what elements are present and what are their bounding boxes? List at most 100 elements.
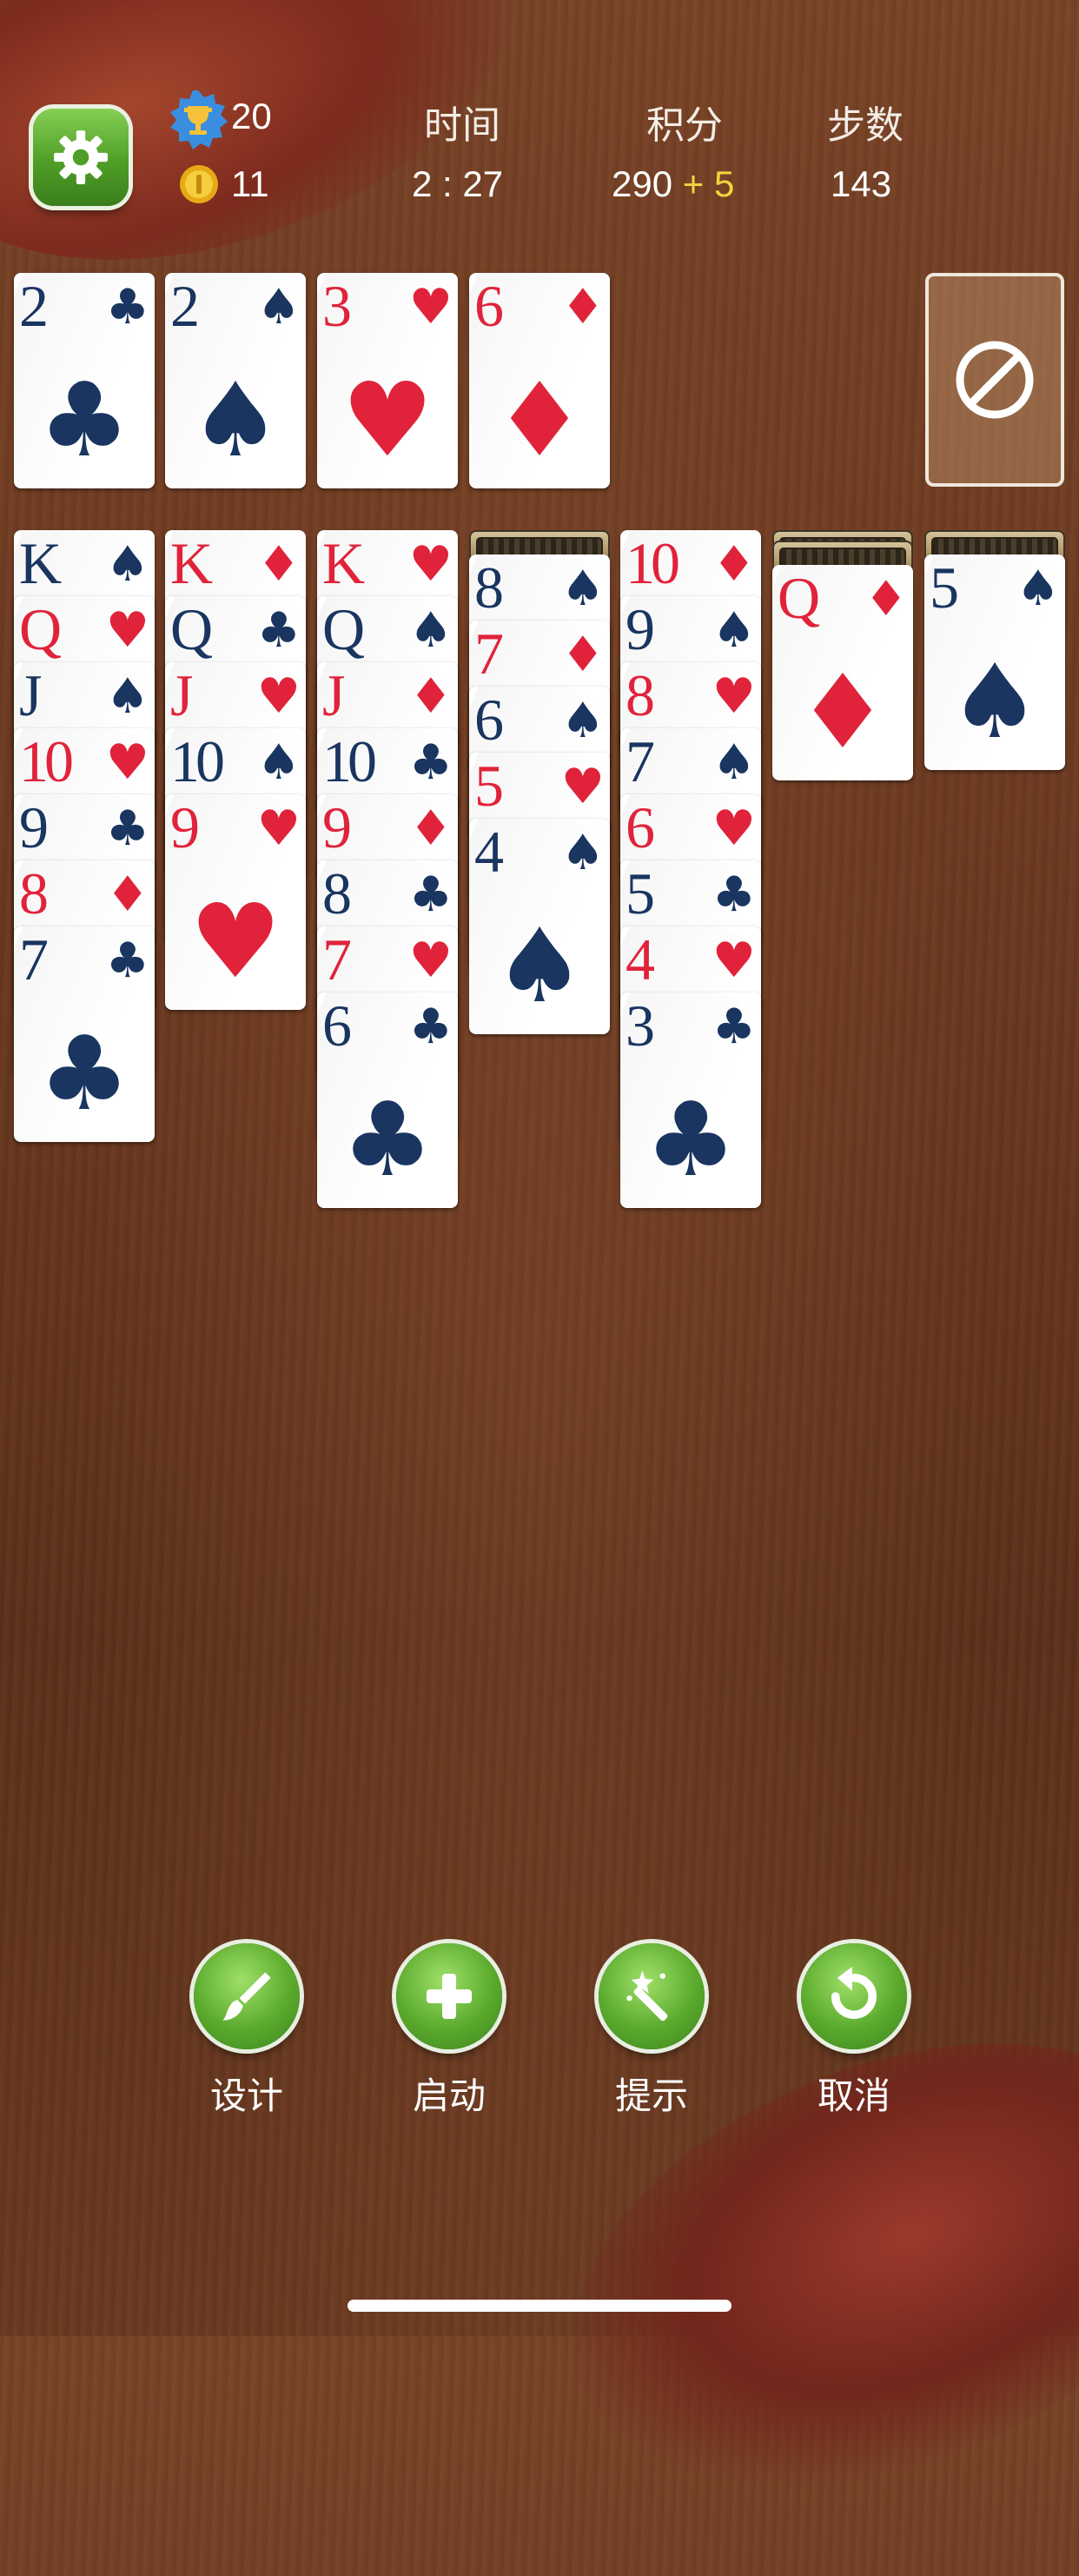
- plus-icon: [427, 1974, 472, 2019]
- card-center-suit-icon: ♣: [645, 1079, 737, 1199]
- playing-card[interactable]: 5 ♠ ♠: [924, 554, 1065, 770]
- playing-card[interactable]: 6 ♣ ♣: [317, 993, 458, 1208]
- card-suit-icon: ♠: [712, 602, 756, 659]
- playing-card[interactable]: 7 ♣ ♣: [14, 926, 155, 1142]
- card-suit-icon: ♠: [408, 602, 453, 659]
- card-rank: 8: [626, 662, 655, 728]
- card-rank: 9: [170, 794, 200, 860]
- score-label: 积分: [646, 104, 723, 147]
- trophy-icon: [170, 90, 228, 149]
- card-rank: 5: [474, 753, 504, 819]
- card-rank: 8: [322, 860, 352, 926]
- card-rank: 4: [626, 926, 655, 993]
- card-suit-icon: ♦: [560, 627, 605, 683]
- settings-button[interactable]: [33, 109, 129, 206]
- card-suit-icon: ♠: [105, 668, 149, 725]
- gear-icon: [54, 130, 108, 184]
- playing-card[interactable]: Q ♦ ♦: [772, 565, 913, 780]
- card-center-suit-icon: ♠: [493, 906, 586, 1026]
- stock-pile-empty[interactable]: [925, 273, 1064, 487]
- moves-value: 143: [831, 163, 892, 204]
- card-suit-icon: ♣: [712, 866, 756, 923]
- home-indicator: [348, 2300, 731, 2312]
- card-rank: J: [170, 662, 194, 728]
- design-tool[interactable]: 设计: [192, 1943, 301, 2120]
- playing-card[interactable]: 4 ♠ ♠: [469, 819, 610, 1034]
- card-rank: 8: [19, 860, 49, 926]
- card-rank: 10: [170, 728, 225, 794]
- card-rank: 3: [322, 273, 352, 339]
- foundation-card[interactable]: 2 ♣ ♣: [14, 273, 155, 488]
- card-rank: K: [19, 530, 62, 596]
- card-center-suit-icon: ♦: [493, 360, 586, 480]
- card-suit-icon: ♦: [408, 668, 453, 725]
- card-rank: 4: [474, 819, 504, 885]
- design-button[interactable]: [194, 1943, 300, 2049]
- new-game-button[interactable]: [396, 1943, 502, 2049]
- trophy-badge: [167, 89, 229, 156]
- no-entry-icon: [956, 341, 1034, 419]
- card-rank: Q: [778, 565, 820, 631]
- coin-badge: [178, 163, 220, 209]
- card-rank: Q: [322, 596, 365, 662]
- card-suit-icon: ♦: [105, 866, 149, 923]
- card-suit-icon: ♣: [712, 999, 756, 1055]
- card-suit-icon: ♦: [712, 536, 756, 593]
- card-center-suit-icon: ♠: [189, 360, 281, 480]
- card-rank: J: [322, 662, 346, 728]
- card-suit-icon: ♥: [712, 668, 756, 725]
- undo-tool[interactable]: 取消: [799, 1943, 909, 2120]
- card-suit-icon: ♦: [864, 571, 908, 627]
- trophy-count: 20: [231, 96, 272, 136]
- card-suit-icon: ♠: [712, 734, 756, 791]
- card-rank: 7: [322, 926, 352, 993]
- paintbrush-icon: [222, 1972, 271, 2021]
- undo-icon: [831, 1967, 877, 2020]
- foundation-card[interactable]: 2 ♠ ♠: [165, 273, 306, 488]
- foundation-card[interactable]: 3 ♥ ♥: [317, 273, 458, 488]
- card-suit-icon: ♣: [105, 279, 149, 335]
- foundation-card[interactable]: 6 ♦ ♦: [469, 273, 610, 488]
- card-suit-icon: ♠: [560, 561, 605, 617]
- card-suit-icon: ♥: [712, 800, 756, 857]
- card-suit-icon: ♥: [408, 279, 453, 335]
- card-suit-icon: ♥: [105, 734, 149, 791]
- magic-wand-icon: [626, 1970, 668, 2022]
- card-suit-icon: ♣: [105, 800, 149, 857]
- card-suit-icon: ♥: [408, 933, 453, 989]
- card-center-suit-icon: ♣: [38, 1013, 130, 1133]
- hint-tool[interactable]: 提示: [597, 1943, 706, 2120]
- hint-label: 提示: [614, 2075, 688, 2116]
- card-suit-icon: ♦: [560, 279, 605, 335]
- score-value: 290: [612, 163, 673, 204]
- card-suit-icon: ♥: [712, 933, 756, 989]
- card-center-suit-icon: ♠: [949, 641, 1041, 761]
- card-rank: 2: [19, 273, 49, 339]
- card-center-suit-icon: ♦: [797, 652, 889, 772]
- undo-button[interactable]: [801, 1943, 907, 2049]
- table-corner-decoration: [506, 1957, 1079, 2576]
- card-rank: 5: [930, 554, 959, 621]
- card-suit-icon: ♦: [408, 800, 453, 857]
- time-label: 时间: [424, 104, 500, 147]
- new-game-tool[interactable]: 启动: [394, 1943, 504, 2120]
- card-rank: Q: [170, 596, 213, 662]
- card-rank: 8: [474, 554, 504, 621]
- card-rank: 6: [626, 794, 655, 860]
- card-suit-icon: ♠: [560, 825, 605, 881]
- card-suit-icon: ♣: [105, 933, 149, 989]
- hint-button[interactable]: [599, 1943, 705, 2049]
- card-rank: K: [170, 530, 213, 596]
- card-center-suit-icon: ♣: [341, 1079, 434, 1199]
- card-rank: 6: [474, 687, 504, 753]
- time-value: 2 : 27: [412, 163, 504, 204]
- card-rank: 7: [19, 926, 49, 993]
- playing-card[interactable]: 3 ♣ ♣: [620, 993, 761, 1208]
- card-rank: 2: [170, 273, 200, 339]
- playing-card[interactable]: 9 ♥ ♥: [165, 794, 306, 1010]
- design-label: 设计: [209, 2075, 283, 2116]
- moves-label: 步数: [827, 104, 904, 147]
- card-rank: 3: [626, 993, 655, 1059]
- card-rank: 7: [474, 621, 504, 687]
- card-rank: 6: [322, 993, 352, 1059]
